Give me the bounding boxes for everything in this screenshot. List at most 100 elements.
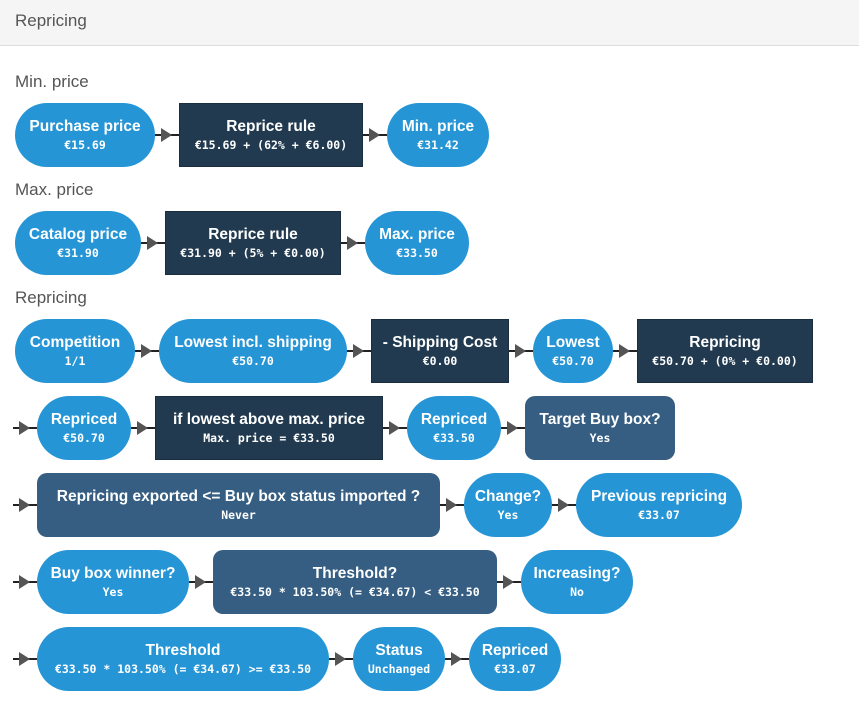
node-value: No bbox=[570, 584, 584, 599]
section-title-repricing: Repricing bbox=[15, 288, 87, 307]
section-title-max-price: Max. price bbox=[15, 180, 94, 199]
node-label: - Shipping Cost bbox=[382, 333, 498, 351]
section-title-min-price: Min. price bbox=[15, 72, 89, 91]
arrow-icon bbox=[135, 341, 159, 361]
node-reprice-rule-max: Reprice rule €31.90 + (5% + €0.00) bbox=[165, 211, 341, 275]
node-label: Change? bbox=[474, 487, 542, 505]
node-lowest: Lowest €50.70 bbox=[533, 319, 613, 383]
node-value: €31.90 bbox=[57, 245, 99, 260]
node-value: €31.90 + (5% + €0.00) bbox=[180, 245, 326, 260]
arrow-icon bbox=[552, 495, 576, 515]
node-label: Repriced bbox=[420, 410, 488, 428]
node-value: €33.50 bbox=[433, 430, 475, 445]
node-value: Yes bbox=[589, 430, 611, 445]
node-value: €33.50 * 103.50% (= €34.67) < €33.50 bbox=[230, 584, 480, 599]
node-repriced-max: Repriced €33.50 bbox=[407, 396, 501, 460]
node-lowest-incl-shipping: Lowest incl. shipping €50.70 bbox=[159, 319, 347, 383]
node-target-buy-box: Target Buy box? Yes bbox=[525, 396, 675, 460]
node-exported-vs-imported: Repricing exported <= Buy box status imp… bbox=[37, 473, 440, 537]
node-label: Threshold bbox=[145, 641, 221, 659]
node-shipping-cost: - Shipping Cost €0.00 bbox=[371, 319, 509, 383]
node-value: 1/1 bbox=[64, 353, 86, 368]
arrow-icon bbox=[13, 495, 37, 515]
node-label: Competition bbox=[29, 333, 121, 351]
arrow-icon bbox=[509, 341, 533, 361]
node-value: €33.50 * 103.50% (= €34.67) >= €33.50 bbox=[54, 661, 312, 676]
arrow-icon bbox=[341, 233, 365, 253]
flow-row-repricing-1: Competition 1/1 Lowest incl. shipping €5… bbox=[15, 319, 813, 383]
node-increasing: Increasing? No bbox=[521, 550, 633, 614]
node-label: Repriced bbox=[481, 641, 549, 659]
node-if-lowest-above-max: if lowest above max. price Max. price = … bbox=[155, 396, 383, 460]
flow-row-repricing-5: Threshold €33.50 * 103.50% (= €34.67) >=… bbox=[13, 627, 561, 691]
arrow-icon bbox=[155, 125, 179, 145]
node-label: Purchase price bbox=[29, 117, 141, 135]
node-value: €15.69 bbox=[64, 137, 106, 152]
flow-row-repricing-4: Buy box winner? Yes Threshold? €33.50 * … bbox=[13, 550, 633, 614]
node-label: Repricing exported <= Buy box status imp… bbox=[56, 487, 421, 505]
panel-header: Repricing bbox=[0, 0, 859, 46]
arrow-icon bbox=[445, 649, 469, 669]
node-threshold-check: Threshold? €33.50 * 103.50% (= €34.67) <… bbox=[213, 550, 497, 614]
arrow-icon bbox=[497, 572, 521, 592]
node-label: if lowest above max. price bbox=[172, 410, 366, 428]
arrow-icon bbox=[383, 418, 407, 438]
node-catalog-price: Catalog price €31.90 bbox=[15, 211, 141, 275]
node-value: Max. price = €33.50 bbox=[203, 430, 335, 445]
node-value: €50.70 bbox=[552, 353, 594, 368]
node-label: Repriced bbox=[50, 410, 118, 428]
panel-title: Repricing bbox=[15, 11, 87, 30]
arrow-icon bbox=[613, 341, 637, 361]
arrow-icon bbox=[13, 649, 37, 669]
node-change: Change? Yes bbox=[464, 473, 552, 537]
node-repricing: Repricing €50.70 + (0% + €0.00) bbox=[637, 319, 813, 383]
node-value: €15.69 + (62% + €6.00) bbox=[194, 137, 348, 152]
node-value: Yes bbox=[497, 507, 519, 522]
flow-row-repricing-2: Repriced €50.70 if lowest above max. pri… bbox=[13, 396, 675, 460]
arrow-icon bbox=[131, 418, 155, 438]
node-label: Min. price bbox=[401, 117, 475, 135]
node-label: Status bbox=[375, 641, 423, 659]
node-value: €50.70 bbox=[63, 430, 105, 445]
node-status: Status Unchanged bbox=[353, 627, 445, 691]
node-value: €50.70 bbox=[232, 353, 274, 368]
node-value: €31.42 bbox=[417, 137, 459, 152]
flow-row-repricing-3: Repricing exported <= Buy box status imp… bbox=[13, 473, 742, 537]
node-label: Buy box winner? bbox=[50, 564, 176, 582]
arrow-icon bbox=[347, 341, 371, 361]
flow-row-max-price: Catalog price €31.90 Reprice rule €31.90… bbox=[15, 211, 469, 275]
node-value: Yes bbox=[102, 584, 124, 599]
flow-row-min-price: Purchase price €15.69 Reprice rule €15.6… bbox=[15, 103, 489, 167]
node-label: Reprice rule bbox=[226, 117, 316, 135]
arrow-icon bbox=[13, 418, 37, 438]
node-value: €33.07 bbox=[638, 507, 680, 522]
arrow-icon bbox=[501, 418, 525, 438]
node-purchase-price: Purchase price €15.69 bbox=[15, 103, 155, 167]
node-label: Threshold? bbox=[312, 564, 398, 582]
node-repriced-final: Repriced €33.07 bbox=[469, 627, 561, 691]
node-label: Reprice rule bbox=[208, 225, 298, 243]
node-value: Never bbox=[221, 507, 256, 522]
arrow-icon bbox=[363, 125, 387, 145]
node-previous-repricing: Previous repricing €33.07 bbox=[576, 473, 742, 537]
node-value: €0.00 bbox=[422, 353, 458, 368]
node-value: €33.07 bbox=[494, 661, 536, 676]
node-competition: Competition 1/1 bbox=[15, 319, 135, 383]
node-label: Lowest bbox=[546, 333, 600, 351]
arrow-icon bbox=[189, 572, 213, 592]
arrow-icon bbox=[329, 649, 353, 669]
arrow-icon bbox=[141, 233, 165, 253]
node-threshold: Threshold €33.50 * 103.50% (= €34.67) >=… bbox=[37, 627, 329, 691]
node-label: Catalog price bbox=[28, 225, 128, 243]
node-label: Target Buy box? bbox=[539, 410, 661, 428]
node-label: Previous repricing bbox=[590, 487, 728, 505]
node-value: €33.50 bbox=[396, 245, 438, 260]
node-buy-box-winner: Buy box winner? Yes bbox=[37, 550, 189, 614]
node-max-price: Max. price €33.50 bbox=[365, 211, 469, 275]
node-label: Repricing bbox=[689, 333, 761, 351]
node-label: Lowest incl. shipping bbox=[174, 333, 332, 351]
arrow-icon bbox=[13, 572, 37, 592]
node-value: €50.70 + (0% + €0.00) bbox=[652, 353, 798, 368]
node-min-price: Min. price €31.42 bbox=[387, 103, 489, 167]
node-reprice-rule-min: Reprice rule €15.69 + (62% + €6.00) bbox=[179, 103, 363, 167]
